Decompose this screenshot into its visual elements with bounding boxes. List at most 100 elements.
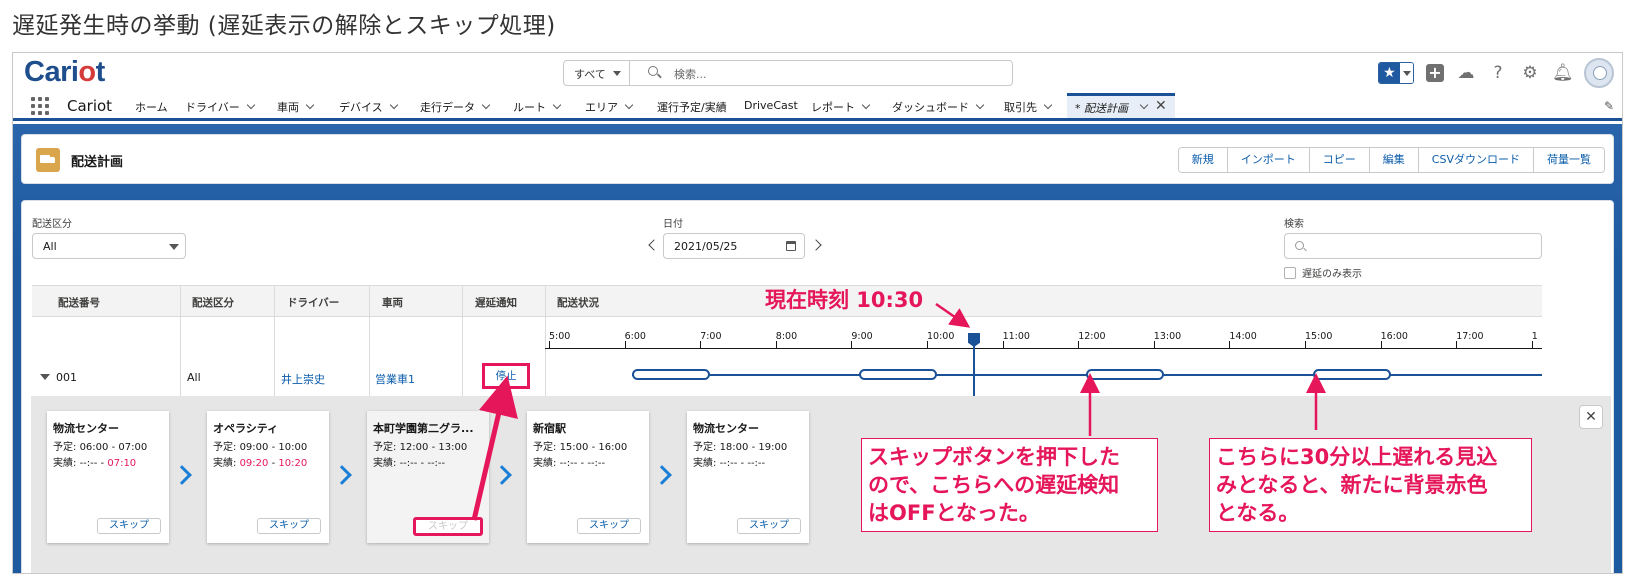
- nav-item-drivers[interactable]: ドライバー: [185, 99, 256, 115]
- caret-down-icon[interactable]: [40, 374, 50, 380]
- timeline-tick-label: 5:00: [549, 331, 571, 342]
- timeline-stop-bar: [1313, 369, 1391, 380]
- nav-item-schedule[interactable]: 運行予定/実績: [657, 99, 727, 115]
- import-button[interactable]: インポート: [1227, 148, 1310, 172]
- nav-item-dashboards[interactable]: ダッシュボード: [892, 99, 985, 115]
- chevron-down-icon[interactable]: [481, 100, 491, 110]
- row-number[interactable]: 001: [40, 371, 77, 384]
- load-list-button[interactable]: 荷量一覧: [1534, 148, 1604, 172]
- chevron-down-icon: [169, 244, 179, 250]
- timeline-tick-mark: [1531, 341, 1533, 348]
- object-header: 配送計画 新規 インポート コピー 編集 CSVダウンロード 荷量一覧: [21, 134, 1614, 184]
- chevron-right-icon: [652, 465, 672, 485]
- edit-button[interactable]: 編集: [1369, 148, 1419, 172]
- chevron-down-icon: [613, 71, 621, 76]
- global-search[interactable]: すべて 検索...: [563, 60, 1013, 86]
- tab-delivery-plan[interactable]: * 配送計画 ✕: [1067, 93, 1175, 118]
- search-scope-dropdown[interactable]: すべて: [564, 61, 630, 85]
- global-header: Cariot すべて 検索... ★ + ☁ ? ⚙ 🔔︎: [13, 53, 1622, 93]
- timeline-tick-mark: [775, 341, 777, 348]
- header-utilities: ★ + ☁ ? ⚙ 🔔︎: [1378, 58, 1614, 88]
- timeline-tick-mark: [1153, 341, 1155, 348]
- help-icon[interactable]: ?: [1488, 63, 1508, 83]
- timeline-tick-label: 13:00: [1153, 331, 1182, 342]
- skip-button[interactable]: スキップ: [577, 518, 641, 534]
- timeline-tick-mark: [700, 341, 702, 348]
- pencil-icon[interactable]: ✎: [1604, 99, 1614, 113]
- current-time-marker-icon: [968, 333, 980, 347]
- chevron-down-icon[interactable]: [1139, 100, 1149, 110]
- annotation-late-callout: こちらに30分以上遅れる見込 みとなると、新たに背景赤色 となる。: [1209, 438, 1532, 532]
- col-driver: ドライバー: [287, 297, 340, 309]
- chevron-right-icon: [332, 465, 352, 485]
- truck-icon: [36, 148, 60, 172]
- nav-item-trip-data[interactable]: 走行データ: [420, 99, 491, 115]
- timeline-tick-mark: [1380, 341, 1382, 348]
- action-buttons: 新規 インポート コピー 編集 CSVダウンロード 荷量一覧: [1177, 147, 1605, 173]
- nav-item-areas[interactable]: エリア: [585, 99, 634, 115]
- search-input[interactable]: 検索...: [674, 66, 707, 82]
- stop-notify-button[interactable]: 停止: [482, 363, 530, 389]
- nav-item-home[interactable]: ホーム: [135, 99, 168, 115]
- skip-button[interactable]: スキップ: [737, 518, 801, 534]
- delay-only-toggle[interactable]: 遅延のみ表示: [1284, 265, 1362, 280]
- nav-item-routes[interactable]: ルート: [513, 99, 562, 115]
- chevron-down-icon[interactable]: [389, 100, 398, 110]
- delay-only-checkbox[interactable]: [1284, 266, 1296, 279]
- skip-button[interactable]: スキップ: [257, 518, 321, 534]
- nav-item-reports[interactable]: レポート: [811, 99, 871, 115]
- timeline-tick-label: 8:00: [775, 331, 798, 342]
- row-vehicle-link[interactable]: 営業車1: [375, 371, 415, 387]
- timeline-tick-mark: [1456, 341, 1458, 348]
- chevron-down-icon[interactable]: [1043, 100, 1053, 110]
- nav-item-drivecast[interactable]: DriveCast: [744, 99, 798, 112]
- date-label: 日付: [663, 219, 683, 230]
- nav-item-accounts[interactable]: 取引先: [1004, 99, 1053, 115]
- plus-icon[interactable]: +: [1426, 64, 1444, 82]
- calendar-icon[interactable]: [786, 241, 796, 251]
- type-filter-label: 配送区分: [32, 219, 72, 230]
- prev-date-icon[interactable]: [648, 239, 660, 251]
- timeline-tick-label: 12:00: [1078, 331, 1106, 342]
- timeline-tick-mark: [624, 341, 626, 348]
- close-icon[interactable]: ✕: [1579, 405, 1603, 429]
- timeline-tick-mark: [1305, 341, 1306, 348]
- cloud-icon[interactable]: ☁: [1456, 63, 1476, 83]
- close-icon[interactable]: ✕: [1155, 98, 1167, 114]
- favorites-dropdown-icon[interactable]: [1399, 63, 1413, 83]
- col-type: 配送区分: [192, 297, 234, 309]
- timeline-tick-label: 14:00: [1229, 331, 1257, 342]
- app-nav-bar: Cariot ホーム ドライバー 車両 デバイス 走行データ ルート エリア 運…: [13, 93, 1622, 121]
- chevron-down-icon[interactable]: [305, 100, 315, 110]
- chevron-down-icon[interactable]: [552, 100, 562, 110]
- skip-button[interactable]: スキップ: [97, 518, 161, 534]
- nav-item-devices[interactable]: デバイス: [339, 99, 398, 115]
- chevron-down-icon[interactable]: [624, 100, 634, 110]
- timeline-tick-mark: [549, 341, 550, 348]
- chevron-down-icon[interactable]: [975, 100, 985, 110]
- nav-item-vehicles[interactable]: 車両: [277, 99, 315, 115]
- avatar-icon[interactable]: [1584, 58, 1614, 88]
- bell-icon[interactable]: 🔔︎: [1552, 63, 1574, 83]
- copy-button[interactable]: コピー: [1309, 148, 1370, 172]
- type-filter-select[interactable]: All: [32, 233, 186, 259]
- chevron-down-icon[interactable]: [861, 100, 871, 110]
- row-driver-link[interactable]: 井上崇史: [281, 371, 325, 387]
- skip-button-disabled[interactable]: スキップ: [413, 517, 483, 536]
- favorites-button[interactable]: ★: [1378, 62, 1414, 84]
- timeline-tick-mark: [927, 341, 928, 348]
- plan-search-input[interactable]: [1284, 233, 1542, 259]
- cariot-logo[interactable]: Cariot: [24, 56, 105, 89]
- timeline-tick-mark: [1078, 341, 1080, 348]
- waffle-icon[interactable]: [31, 97, 49, 115]
- app-name: Cariot: [67, 97, 113, 115]
- csv-download-button[interactable]: CSVダウンロード: [1418, 148, 1534, 172]
- timeline-tick-label: 16:00: [1380, 331, 1408, 342]
- date-input[interactable]: 2021/05/25: [663, 233, 805, 259]
- gear-icon[interactable]: ⚙: [1520, 63, 1540, 83]
- new-button[interactable]: 新規: [1178, 148, 1228, 172]
- chevron-down-icon[interactable]: [246, 100, 256, 110]
- next-date-icon[interactable]: [810, 239, 822, 251]
- annotation-skip-callout: スキップボタンを押下した ので、こちらへの遅延検知 はOFFとなった。: [861, 438, 1158, 532]
- search-label: 検索: [1284, 219, 1304, 230]
